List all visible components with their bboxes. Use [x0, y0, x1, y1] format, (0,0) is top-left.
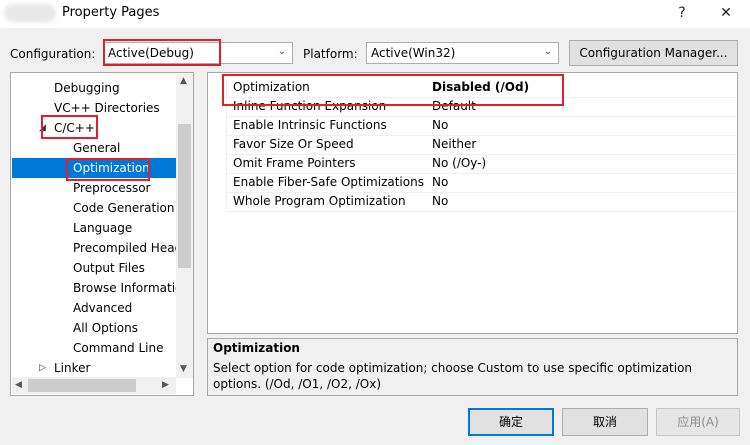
property-name: Omit Frame Pointers: [233, 156, 356, 170]
cancel-button[interactable]: 取消: [562, 408, 648, 436]
apply-button[interactable]: 应用(A): [656, 408, 740, 436]
property-value[interactable]: Neither: [432, 137, 476, 151]
tree-item-language[interactable]: Language: [73, 218, 132, 238]
property-row-whole-program-optimization[interactable]: Whole Program Optimization No: [226, 192, 736, 211]
tree-item-advanced[interactable]: Advanced: [73, 298, 132, 318]
scroll-down-icon[interactable]: ▼: [180, 364, 187, 374]
chevron-down-icon: ⌄: [277, 46, 286, 57]
tree-item-command-line[interactable]: Command Line: [73, 338, 164, 358]
expand-arrow-icon[interactable]: ▷: [39, 363, 46, 373]
configuration-manager-button[interactable]: Configuration Manager...: [569, 40, 738, 66]
property-row-omit-frame-pointers[interactable]: Omit Frame Pointers No (/Oy-): [226, 154, 736, 173]
property-value[interactable]: No (/Oy-): [432, 156, 486, 170]
property-value[interactable]: Default: [432, 99, 476, 113]
tree-item-output-files[interactable]: Output Files: [73, 258, 145, 278]
platform-label: Platform:: [303, 47, 358, 61]
configuration-dropdown[interactable]: Active(Debug) ⌄: [103, 42, 293, 64]
property-value[interactable]: No: [432, 118, 448, 132]
tree-item-debugging[interactable]: Debugging: [54, 78, 120, 98]
property-row-fiber-safe-optimizations[interactable]: Enable Fiber-Safe Optimizations No: [226, 173, 736, 192]
tree-item-browse-information[interactable]: Browse Informatio: [73, 278, 176, 298]
property-name: Favor Size Or Speed: [233, 137, 354, 151]
property-name: Optimization: [233, 80, 310, 94]
tree-item-general[interactable]: General: [73, 138, 120, 158]
configuration-value: Active(Debug): [108, 46, 194, 60]
chevron-down-icon: ⌄: [543, 46, 552, 57]
tree-item-optimization[interactable]: Optimization: [12, 158, 176, 178]
description-title: Optimization: [213, 341, 300, 355]
property-row-optimization[interactable]: Optimization Disabled (/Od): [226, 78, 736, 97]
property-name: Enable Fiber-Safe Optimizations: [233, 175, 424, 189]
property-name: Enable Intrinsic Functions: [233, 118, 387, 132]
ok-button[interactable]: 确定: [468, 408, 554, 436]
platform-dropdown[interactable]: Active(Win32) ⌄: [366, 42, 559, 64]
collapse-arrow-icon[interactable]: ◢: [39, 123, 46, 133]
property-row-favor-size-or-speed[interactable]: Favor Size Or Speed Neither: [226, 135, 736, 154]
scroll-right-icon[interactable]: ▶: [162, 380, 169, 390]
property-row-inline-function-expansion[interactable]: Inline Function Expansion Default: [226, 97, 736, 116]
property-value[interactable]: Disabled (/Od): [432, 80, 529, 94]
property-value[interactable]: No: [432, 194, 448, 208]
property-row-enable-intrinsic-functions[interactable]: Enable Intrinsic Functions No: [226, 116, 736, 135]
tree-item-preprocessor[interactable]: Preprocessor: [73, 178, 150, 198]
tree-item-precompiled-headers[interactable]: Precompiled Head: [73, 238, 176, 258]
tree-item-code-generation[interactable]: Code Generation: [73, 198, 174, 218]
window-title: Property Pages: [62, 5, 160, 20]
platform-value: Active(Win32): [371, 46, 456, 60]
property-name: Whole Program Optimization: [233, 194, 406, 208]
configuration-label: Configuration:: [10, 47, 96, 61]
description-text: Select option for code optimization; cho…: [213, 361, 693, 391]
scroll-thumb[interactable]: [178, 124, 191, 268]
tree-item-cpp[interactable]: C/C++: [54, 118, 95, 138]
scroll-up-icon[interactable]: ▲: [180, 76, 187, 86]
tree-vertical-scrollbar[interactable]: ▲ ▼: [176, 74, 193, 378]
help-button[interactable]: ?: [670, 2, 694, 24]
tree-item-vc-directories[interactable]: VC++ Directories: [54, 98, 160, 118]
blurred-title-prefix: [4, 4, 56, 22]
property-value[interactable]: No: [432, 175, 448, 189]
row-divider: [226, 211, 736, 212]
tree-item-all-options[interactable]: All Options: [73, 318, 138, 338]
scroll-left-icon[interactable]: ◀: [15, 380, 22, 390]
property-name: Inline Function Expansion: [233, 99, 387, 113]
tree-horizontal-scrollbar[interactable]: ◀ ▶: [12, 377, 176, 394]
scroll-thumb[interactable]: [28, 379, 136, 392]
close-button[interactable]: ✕: [714, 2, 738, 24]
tree-item-linker[interactable]: Linker: [54, 358, 90, 378]
